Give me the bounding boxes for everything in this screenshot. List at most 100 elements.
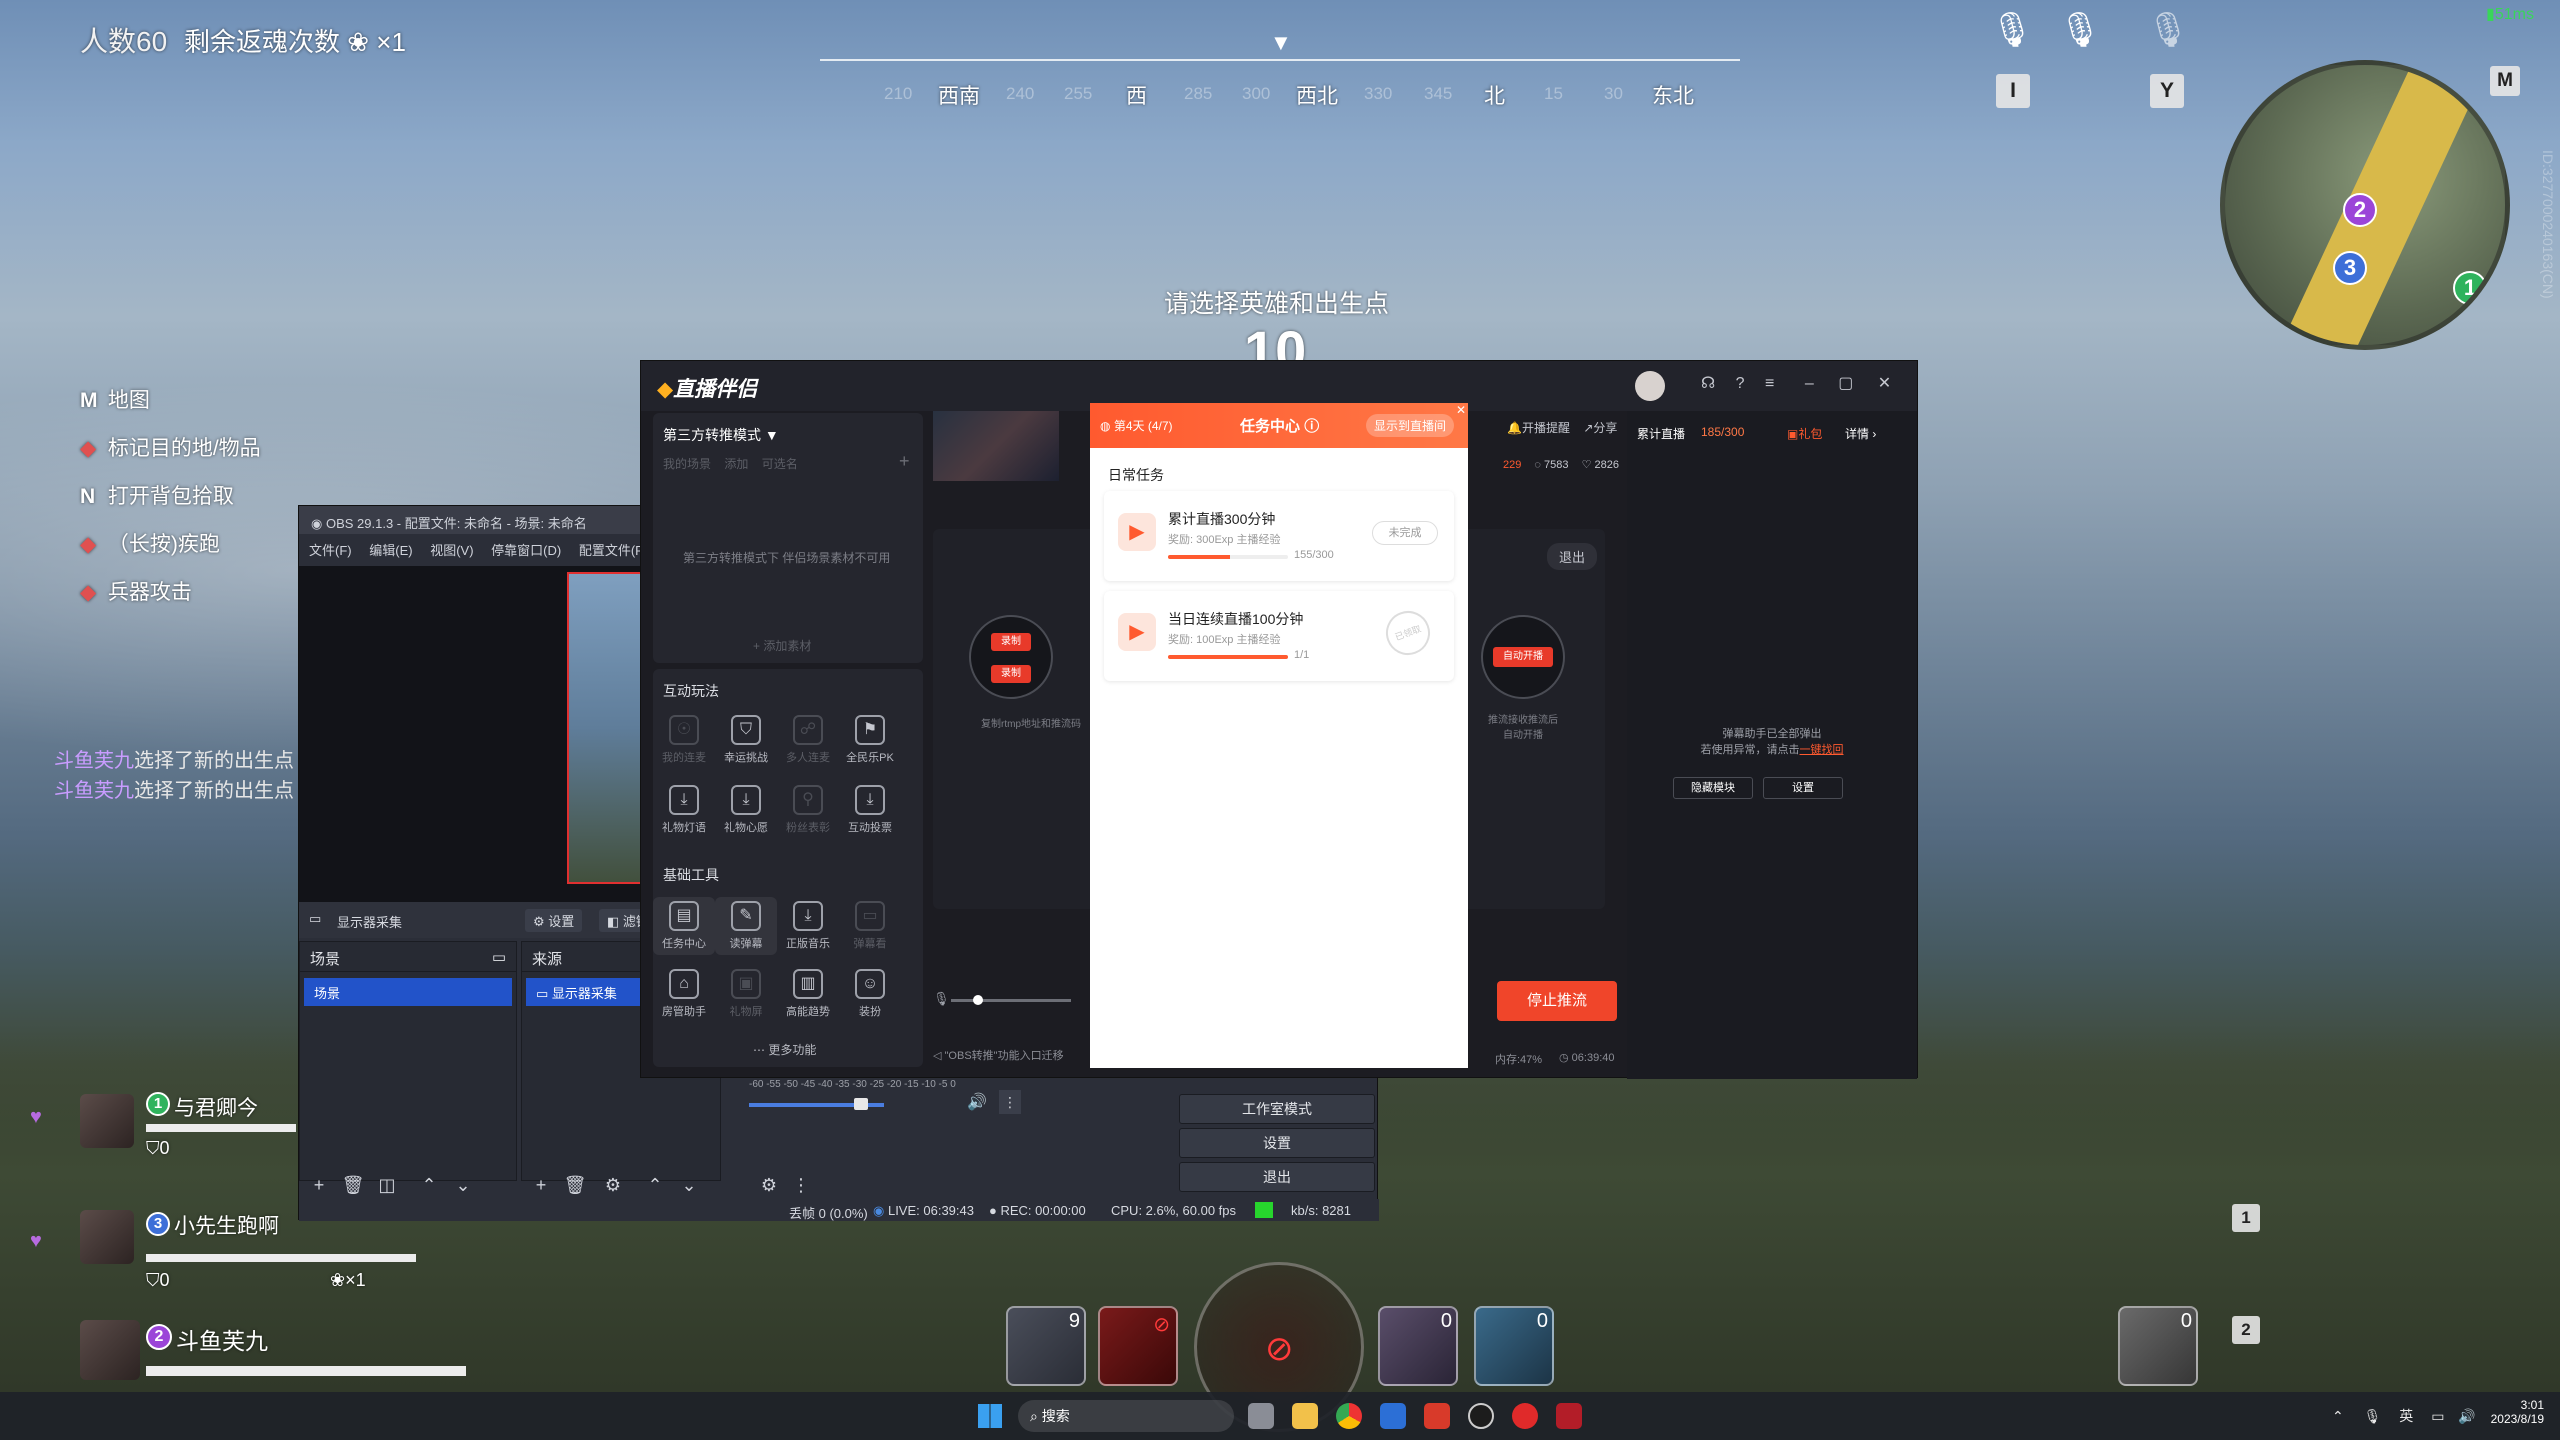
skill-slot[interactable]: ⊘ [1098, 1306, 1178, 1386]
menu-file[interactable]: 文件(F) [309, 543, 352, 558]
minimap[interactable]: 2 3 1 [2220, 60, 2510, 350]
remove-source-button[interactable]: 🗑 [561, 1171, 589, 1199]
remove-scene-button[interactable]: 🗑 [339, 1171, 367, 1199]
menu-icon[interactable]: ≡ [1765, 375, 1774, 392]
explorer-icon[interactable] [1292, 1403, 1318, 1429]
mixer-more-button[interactable]: ⋮ [787, 1171, 815, 1199]
mic-icon[interactable]: 🎙 [2058, 10, 2102, 54]
record-button[interactable]: 录制 [991, 633, 1031, 651]
close-icon[interactable]: ✕ [1456, 403, 1466, 417]
task-status-button[interactable]: 未完成 [1372, 521, 1438, 545]
mic-slider[interactable] [951, 995, 1071, 1005]
chevron-up-icon[interactable]: ⌃ [2332, 1408, 2344, 1424]
tool-multi[interactable]: ☍ 多人连麦 [777, 715, 839, 765]
clock[interactable]: 3:01 2023/8/19 [2484, 1398, 2544, 1426]
add-source-link[interactable]: + 添加素材 [753, 637, 811, 654]
mode-select[interactable]: 第三方转推模式 ▼ [663, 425, 779, 445]
show-in-room-button[interactable]: 显示到直播间 [1366, 414, 1455, 437]
danmu-settings-button[interactable]: 设置 [1763, 777, 1843, 799]
headset-icon[interactable]: ☊ [1701, 375, 1715, 392]
source-props-button[interactable]: ⚙ [599, 1171, 627, 1199]
more-features[interactable]: ⋯ 更多功能 [753, 1041, 816, 1058]
tool-lianmai[interactable]: ☉ 我的连麦 [653, 715, 715, 765]
avatar[interactable] [1635, 371, 1665, 401]
gift-link[interactable]: ▣礼包 [1787, 425, 1822, 442]
item-slot[interactable]: 0 [1378, 1306, 1458, 1386]
chrome-icon[interactable] [1336, 1403, 1362, 1429]
network-icon[interactable]: ▭ [2431, 1408, 2444, 1424]
item-slot[interactable]: 0 [2118, 1306, 2198, 1386]
auto-start-button[interactable]: 自动开播 [1493, 647, 1553, 667]
detail-link[interactable]: 详情 › [1845, 425, 1876, 442]
tool-roomadmin[interactable]: ⌂ 房管助手 [653, 969, 715, 1019]
windows-start-icon[interactable] [978, 1404, 1002, 1428]
volume-handle[interactable] [854, 1098, 868, 1110]
taskview-icon[interactable] [1248, 1403, 1274, 1429]
tab-optional[interactable]: 可选名 [762, 457, 798, 471]
volume-icon[interactable]: 🔊 [2458, 1408, 2475, 1424]
tool-fans[interactable]: ⚲ 粉丝表彰 [777, 785, 839, 835]
taskbar-search[interactable]: ⌕ 搜索 [1018, 1400, 1234, 1432]
task-center-popup[interactable]: ◍ 第4天 (4/7) 任务中心 ⓘ 显示到直播间 ✕ 日常任务 ▶ 累计直播3… [1090, 403, 1468, 1068]
mic-tray-icon[interactable]: 🎙 [2364, 1408, 2382, 1424]
record-button-2[interactable]: 录制 [991, 665, 1031, 683]
scene-item[interactable]: 场景 [304, 978, 512, 1006]
studio-mode-button[interactable]: 工作室模式 [1179, 1094, 1375, 1124]
scene-up-button[interactable]: ⌃ [415, 1171, 443, 1199]
obs-exit-button[interactable]: 退出 [1179, 1162, 1375, 1192]
tool-pk[interactable]: ⚑ 全民乐PK [839, 715, 901, 765]
menu-profile[interactable]: 配置文件(P) [579, 543, 648, 558]
add-scene-button[interactable]: + [305, 1171, 333, 1199]
tool-readdanmu[interactable]: ✎ 读弹幕 [715, 897, 777, 955]
tool-decor[interactable]: ☺ 装扮 [839, 969, 901, 1019]
settings-button[interactable]: ⚙ 设置 [525, 909, 583, 932]
plus-icon[interactable]: + [899, 451, 910, 472]
skill-slot[interactable]: 9 [1006, 1306, 1086, 1386]
tool-trend[interactable]: ▥ 高能趋势 [777, 969, 839, 1019]
tool-vote[interactable]: ⤓ 互动投票 [839, 785, 901, 835]
source-up-button[interactable]: ⌃ [641, 1171, 669, 1199]
tab-add[interactable]: 添加 [724, 457, 748, 471]
item-slot[interactable]: 0 [1474, 1306, 1554, 1386]
menu-view[interactable]: 视图(V) [430, 543, 473, 558]
scene-filter-button[interactable]: ◫ [373, 1171, 401, 1199]
mixer-settings-button[interactable]: ⚙ [755, 1171, 783, 1199]
close-icon[interactable]: ✕ [1878, 375, 1891, 392]
mic-muted-icon[interactable]: 🎙 [2146, 10, 2190, 54]
speaker-icon[interactable]: 🔊 [967, 1092, 987, 1112]
maximize-icon[interactable]: ▢ [1838, 375, 1853, 392]
obs-settings-button[interactable]: 设置 [1179, 1128, 1375, 1158]
dock-float-icon[interactable]: ▭ [492, 948, 506, 966]
menu-dock[interactable]: 停靠窗口(D) [491, 543, 561, 558]
mic-slider-knob[interactable] [973, 995, 983, 1005]
add-source-button[interactable]: + [527, 1171, 555, 1199]
tool-taskcenter[interactable]: ▤ 任务中心 [653, 897, 715, 955]
ime-lang[interactable]: 英 [2399, 1408, 2413, 1424]
game-app-icon[interactable] [1556, 1403, 1582, 1429]
exit-button[interactable]: 退出 [1547, 543, 1598, 570]
stop-stream-button[interactable]: 停止推流 [1497, 981, 1617, 1021]
menu-edit[interactable]: 编辑(E) [369, 543, 412, 558]
remind-button[interactable]: 🔔开播提醒 [1507, 421, 1570, 435]
obs-app-icon[interactable] [1468, 1403, 1494, 1429]
tool-danmuview[interactable]: ▭ 弹幕看 [839, 901, 901, 951]
scene-down-button[interactable]: ⌄ [449, 1171, 477, 1199]
recover-link[interactable]: 一键找回 [1800, 744, 1844, 756]
share-button[interactable]: ↗分享 [1583, 421, 1617, 435]
mixer-menu-icon[interactable]: ⋮ [999, 1090, 1021, 1114]
hide-module-button[interactable]: 隐藏模块 [1673, 777, 1753, 799]
tool-giftlight[interactable]: ⤓ 礼物灯语 [653, 785, 715, 835]
help-icon[interactable]: ? [1736, 375, 1745, 392]
tab-my-scene[interactable]: 我的场景 [663, 457, 711, 471]
tool-giftwish[interactable]: ⤓ 礼物心愿 [715, 785, 777, 835]
zhibo-app-icon[interactable] [1424, 1403, 1450, 1429]
tool-lucky[interactable]: ⛉ 幸运挑战 [715, 715, 777, 765]
source-down-button[interactable]: ⌄ [675, 1171, 703, 1199]
mic-team-icon[interactable]: 🎙 [1990, 10, 2034, 54]
netease-icon[interactable] [1512, 1403, 1538, 1429]
tool-giftscreen[interactable]: ▣ 礼物屏 [715, 969, 777, 1019]
fire-icon: ◌ [1534, 459, 1541, 471]
tool-music[interactable]: ⤓ 正版音乐 [777, 901, 839, 951]
store-icon[interactable] [1380, 1403, 1406, 1429]
minimize-icon[interactable]: – [1805, 375, 1814, 392]
